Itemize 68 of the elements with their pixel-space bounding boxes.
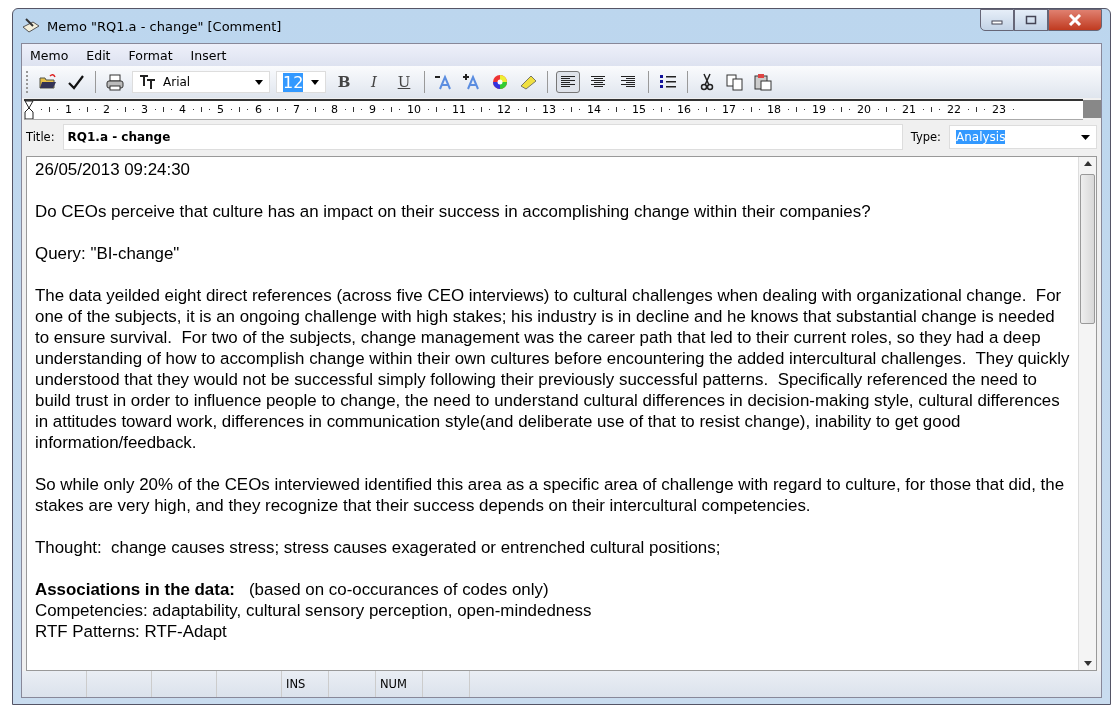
memo-paragraph: 26/05/2013 09:24:30 xyxy=(35,159,191,180)
ruler-number: 22 xyxy=(947,103,961,116)
ruler-number: 14 xyxy=(587,103,601,116)
memo-paragraph: Thought: change causes stress; stress causes exagerated or entrenched cultural positions; xyxy=(35,537,722,558)
ruler-number: 9 xyxy=(369,103,376,116)
type-label: Type: xyxy=(910,130,941,144)
caret-icon xyxy=(1081,134,1090,140)
close-icon xyxy=(1068,14,1082,26)
ruler-number: 21 xyxy=(902,103,916,116)
ruler-number: 11 xyxy=(452,103,466,116)
caret-icon xyxy=(255,79,263,85)
title-field[interactable]: RQ1.a - change xyxy=(62,124,903,150)
caret-icon xyxy=(311,79,319,85)
memo-paragraph: Query: "BI-change" xyxy=(35,243,181,264)
text-align-icon xyxy=(620,75,636,89)
ruler-number: 16 xyxy=(677,103,691,116)
ruler-number: 1 xyxy=(65,103,72,116)
status-indicator: INS xyxy=(282,671,329,697)
ruler-number: 13 xyxy=(542,103,556,116)
ruler-number: 6 xyxy=(255,103,262,116)
ruler-number: 18 xyxy=(767,103,781,116)
ruler-number: 20 xyxy=(857,103,871,116)
open-folder-icon[interactable] xyxy=(37,72,59,92)
align-left-button[interactable] xyxy=(556,71,580,93)
bold-button[interactable]: B xyxy=(332,71,356,93)
minimize-button[interactable] xyxy=(980,9,1014,31)
text-align-icon xyxy=(590,75,606,89)
font-dropdown[interactable]: Arial xyxy=(132,71,270,93)
text-align-icon xyxy=(560,75,576,89)
menu-item[interactable]: Edit xyxy=(86,47,111,63)
ruler-number: 7 xyxy=(293,103,300,116)
underline-button[interactable]: U xyxy=(392,71,416,93)
memo-paragraph: Do CEOs perceive that culture has an impact on their success in accomplishing change within their companies? xyxy=(35,201,872,222)
ruler-number: 15 xyxy=(632,103,646,116)
ruler-number: 23 xyxy=(992,103,1006,116)
close-button[interactable] xyxy=(1048,9,1102,31)
printer-icon[interactable] xyxy=(104,72,126,92)
scroll-up-icon xyxy=(1083,161,1092,166)
status-indicator: NUM xyxy=(376,671,423,697)
ruler-number: 17 xyxy=(722,103,736,116)
memo-paragraph: Competencies: adaptability, cultural sensory perception, open-mindedness xyxy=(35,600,593,621)
copy-icon[interactable] xyxy=(724,72,746,92)
window-title: Memo "RQ1.a - change" [Comment] xyxy=(47,18,282,34)
ruler-number: 5 xyxy=(217,103,224,116)
scroll-thumb[interactable] xyxy=(1080,174,1095,324)
ruler-number: 10 xyxy=(407,103,421,116)
memo-paragraph: RTF Patterns: RTF-Adapt xyxy=(35,621,228,642)
ruler-number: 19 xyxy=(812,103,826,116)
ruler-number: 3 xyxy=(141,103,148,116)
ruler-number: 12 xyxy=(497,103,511,116)
memo-pad-icon xyxy=(21,17,41,35)
scroll-down-icon xyxy=(1083,661,1092,666)
menu-item[interactable]: Memo xyxy=(30,47,69,63)
ruler-number: 2 xyxy=(103,103,110,116)
maximize-button[interactable] xyxy=(1014,9,1048,31)
menu-item[interactable]: Format xyxy=(128,47,173,63)
menu-item[interactable]: Insert xyxy=(190,47,227,63)
memo-paragraph: The data yeilded eight direct references (across five CEO interviews) to cultural challenges when dealing with organizational change. For one of the subjects, it is an ongoing challenge with high stakes; his industry is in decline and he knows that substantial change is needed to ensure survival. For two of the subjects, change management was the career path that led to their current roles, so they had a deep understanding of how to accomplish change within their own cultures before encountering the added intercultural challenges. They quickly understood that they would not be successful simply following their previously successful patterns. Specifically referenced the need to build trust in order to influence people to change, the need to understand cultural differences in decision-making style, cultural differences in attitudes toward work, differences in communication style(and deliberate use of that to resist change), inability to get good information/feedback. xyxy=(35,285,1070,453)
indent-marker-icon[interactable] xyxy=(24,100,34,119)
ruler-number: 8 xyxy=(331,103,338,116)
ruler-number: 4 xyxy=(179,103,186,116)
maximize-icon xyxy=(1025,15,1037,25)
vertical-scrollbar[interactable] xyxy=(1078,157,1096,670)
title-label: Title: xyxy=(26,130,55,144)
memo-paragraph: Associations in the data: (based on co-occurances of codes only) xyxy=(35,579,550,600)
italic-button[interactable]: I xyxy=(362,71,386,93)
memo-paragraph: So while only 20% of the CEOs interviewed identified this area as a specific area of challenge with regard to culture, for those that did, the stakes are very high, and they recognize that their success depends on their intercultural competencies. xyxy=(35,474,1066,516)
paste-icon[interactable] xyxy=(752,72,774,92)
